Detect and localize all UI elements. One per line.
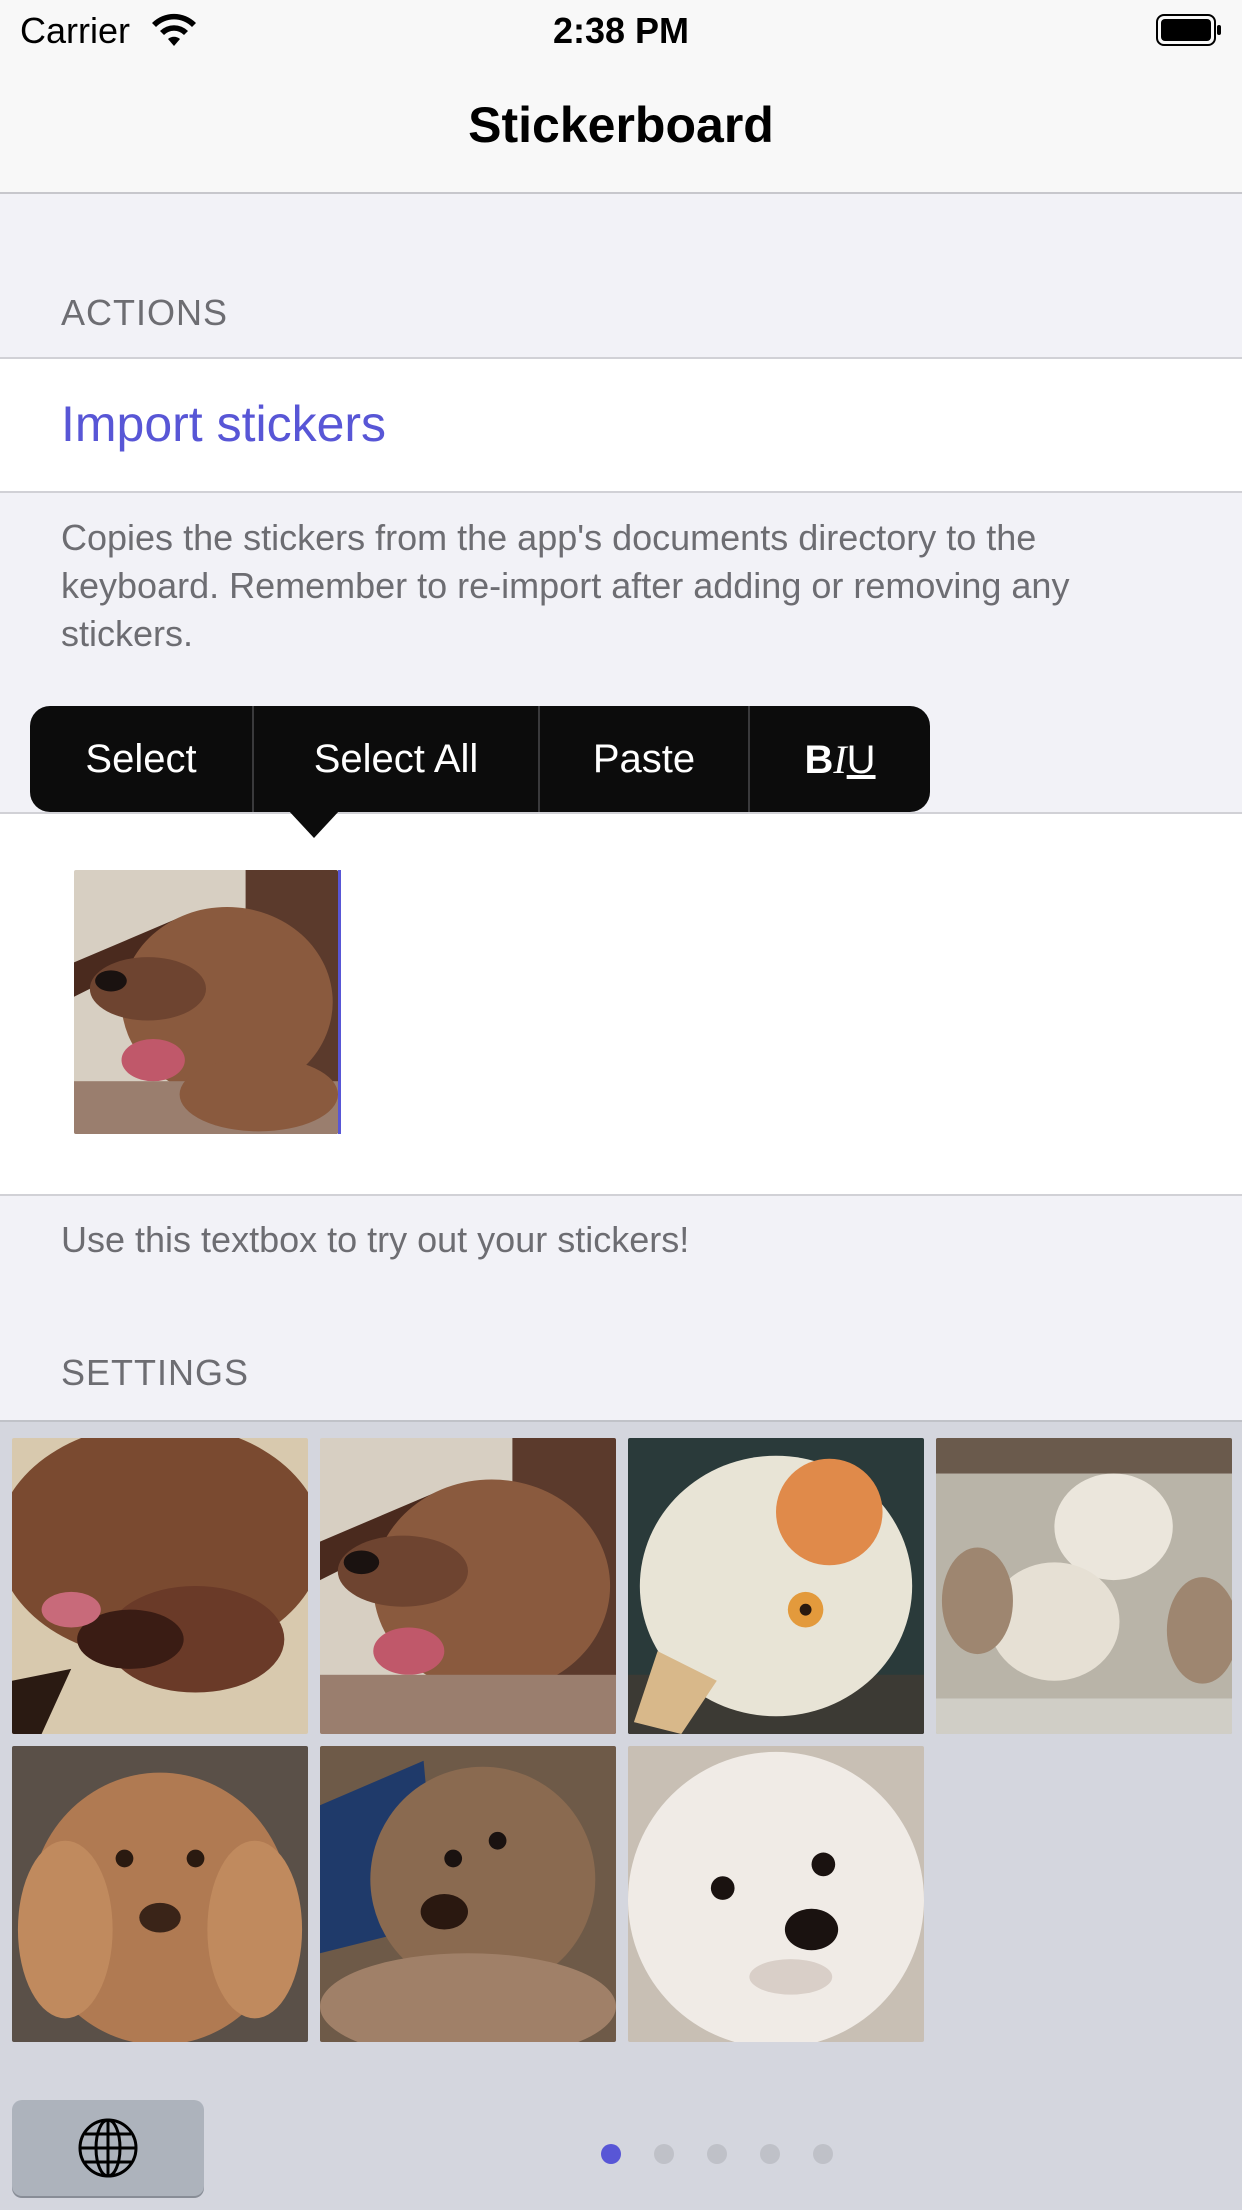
battery-icon (1156, 14, 1221, 46)
globe-icon (78, 2118, 138, 2178)
format-biu-label: BIU (804, 736, 876, 782)
page-dot-1[interactable] (601, 2144, 621, 2164)
white-poodles-group-image (936, 1438, 1232, 1734)
menu-formatting[interactable]: BIU (750, 706, 930, 812)
page-dot-3[interactable] (707, 2144, 727, 2164)
actions-footer: Copies the stickers from the app's docum… (61, 517, 1070, 654)
next-keyboard-button[interactable] (12, 2100, 204, 2196)
menu-select[interactable]: Select (30, 706, 254, 812)
poodle-yawning-image (12, 1438, 308, 1734)
navigation-bar: Stickerboard (0, 62, 1242, 194)
poodle-blue-pillow-image (320, 1746, 616, 2042)
sticker-tile[interactable] (936, 1438, 1232, 1734)
menu-select-all[interactable]: Select All (254, 706, 540, 812)
menu-paste[interactable]: Paste (540, 706, 750, 812)
sticker-tile[interactable] (320, 1438, 616, 1734)
actions-section-header: ACTIONS (61, 292, 229, 333)
flowerhorn-fish-image (628, 1438, 924, 1734)
page-dot-5[interactable] (813, 2144, 833, 2164)
import-stickers-button[interactable]: Import stickers (61, 395, 386, 453)
import-stickers-cell[interactable]: Import stickers (0, 357, 1242, 493)
edit-menu-pointer (288, 810, 340, 838)
sticker-tile[interactable] (628, 1746, 924, 2042)
page-dot-2[interactable] (654, 2144, 674, 2164)
text-cursor (338, 870, 341, 1134)
poodle-tongue-out-image (320, 1438, 616, 1734)
status-bar: Carrier 2:38 PM (0, 0, 1242, 62)
sticker-tile[interactable] (12, 1746, 308, 2042)
page-dot-4[interactable] (760, 2144, 780, 2164)
edit-menu: Select Select All Paste BIU (30, 706, 930, 812)
sticker-textbox[interactable] (0, 812, 1242, 1196)
page-title: Stickerboard (468, 97, 774, 153)
sticker-tile[interactable] (12, 1438, 308, 1734)
sticker-tile[interactable] (628, 1438, 924, 1734)
textbox-footer: Use this textbox to try out your sticker… (61, 1219, 690, 1260)
sticker-in-textbox[interactable] (74, 870, 338, 1134)
sticker-keyboard (0, 1420, 1242, 2210)
poodle-tongue-out-image (74, 870, 338, 1134)
status-time: 2:38 PM (552, 10, 690, 51)
apricot-poodle-image (12, 1746, 308, 2042)
sticker-tile[interactable] (320, 1746, 616, 2042)
white-poodle-closeup-image (628, 1746, 924, 2042)
settings-section-header: SETTINGS (61, 1352, 250, 1393)
